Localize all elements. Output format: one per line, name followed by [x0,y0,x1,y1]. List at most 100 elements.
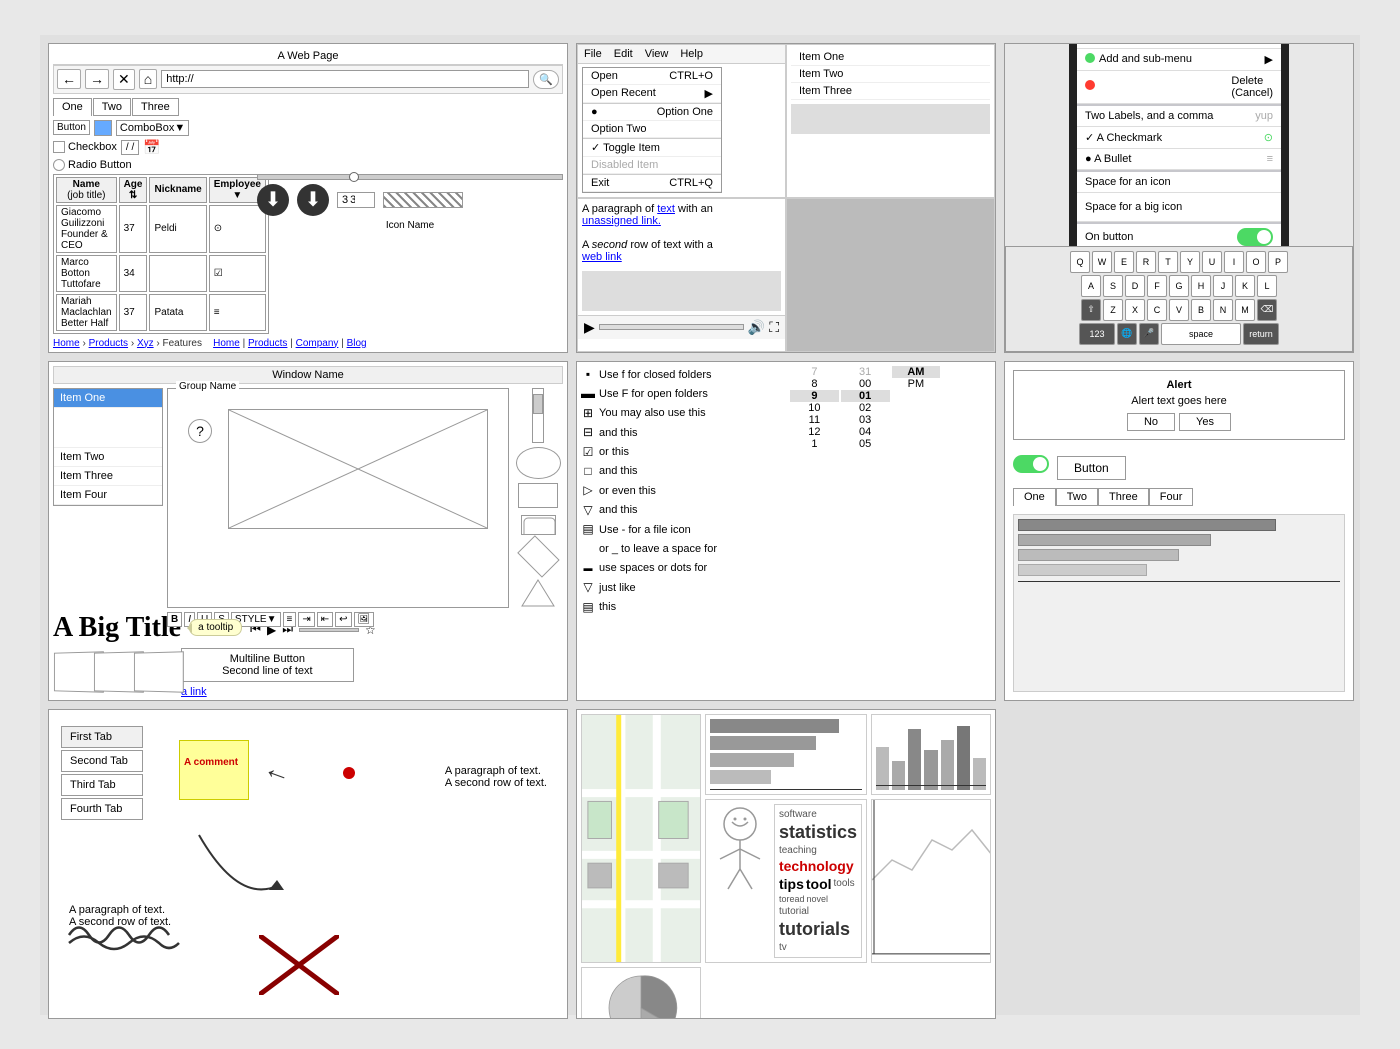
key-f[interactable]: F [1147,275,1167,297]
phone-bullet[interactable]: ● A Bullet ≡ [1077,149,1281,170]
checkbox-box[interactable] [53,141,65,153]
menu-toggle[interactable]: ✓ Toggle Item [583,138,721,157]
help-icon[interactable]: ? [188,419,212,443]
bold-btn[interactable]: B [167,612,182,627]
ampm-am[interactable]: AM [892,366,941,378]
key-e[interactable]: E [1114,251,1134,273]
para-link-text[interactable]: text [657,203,675,215]
sidebar-tab-first[interactable]: First Tab [61,726,143,748]
play-icon[interactable]: ▶ [584,319,595,336]
key-j[interactable]: J [1213,275,1233,297]
key-t[interactable]: T [1158,251,1178,273]
scrollbar-thumb[interactable] [533,394,543,414]
phone-checkmark[interactable]: ✓ A Checkmark ⊙ [1077,127,1281,149]
key-backspace[interactable]: ⌫ [1257,299,1277,321]
list-item-three[interactable]: Item Three [791,83,990,100]
outdent-btn[interactable]: ⇤ [317,612,333,627]
color-well[interactable] [94,120,112,136]
key-globe[interactable]: 🌐 [1117,323,1137,345]
key-shift[interactable]: ⇧ [1081,299,1101,321]
phone-add-submenu[interactable]: Add and sub-menu ▶ [1077,49,1281,71]
forward-button[interactable]: → [85,69,109,89]
key-i[interactable]: I [1224,251,1244,273]
key-d[interactable]: D [1125,275,1145,297]
tab-four[interactable]: Four [1149,488,1194,506]
indent-btn[interactable]: ⇥ [298,612,314,627]
date-field[interactable]: / / [121,140,139,155]
combo-box[interactable]: ComboBox ▼ [116,120,189,136]
bc-xyz[interactable]: Xyz [137,338,154,349]
key-n[interactable]: N [1213,299,1233,321]
sidebar-tab-second[interactable]: Second Tab [61,750,143,772]
key-v[interactable]: V [1169,299,1189,321]
time-9[interactable]: 9 [790,390,839,402]
back-button[interactable]: ← [57,69,81,89]
list-btn[interactable]: ≡ [283,612,297,627]
key-s[interactable]: S [1103,275,1123,297]
menu-option-one[interactable]: ● Option One [583,103,721,121]
stop-button[interactable]: ✕ [113,69,135,90]
menu-edit[interactable]: Edit [614,48,633,60]
menu-open[interactable]: Open CTRL+O [583,68,721,85]
key-y[interactable]: Y [1180,251,1200,273]
min-01[interactable]: 01 [841,390,890,402]
number-stepper[interactable]: 3 [337,192,375,208]
bc-home-1[interactable]: Home [53,338,80,349]
key-p[interactable]: P [1268,251,1288,273]
key-c[interactable]: C [1147,299,1167,321]
list-item-two[interactable]: Item Two [54,448,162,467]
volume-icon[interactable]: 🔊 [748,319,765,336]
slider-track[interactable] [257,174,563,180]
phone-space-big-icon[interactable]: Space for a big icon [1077,193,1281,222]
sidebar-tab-fourth[interactable]: Fourth Tab [61,798,143,820]
volume-slider[interactable] [299,628,359,632]
menu-file[interactable]: File [584,48,602,60]
button-widget[interactable]: Button [53,120,90,135]
calendar-icon[interactable]: 📅 [143,139,160,156]
ampm-pm[interactable]: PM [892,378,941,390]
para-web-link[interactable]: web link [582,251,622,263]
key-w[interactable]: W [1092,251,1112,273]
menu-view[interactable]: View [645,48,669,60]
phone-two-labels[interactable]: Two Labels, and a comma yup [1077,106,1281,127]
link[interactable]: a link [181,686,354,698]
bc-products-2[interactable]: Products [248,338,287,349]
list-item-one[interactable]: Item One [54,389,162,408]
big-button[interactable]: Button [1057,456,1126,480]
home-button[interactable]: ⌂ [139,69,157,89]
undo-btn[interactable]: ↩ [335,612,351,627]
list-item-three[interactable]: Item Three [54,467,162,486]
menu-exit[interactable]: Exit CTRL+Q [583,174,721,192]
tab-three[interactable]: Three [1098,488,1149,506]
para-link-unassigned[interactable]: unassigned link. [582,215,661,227]
menu-option-two[interactable]: Option Two [583,121,721,138]
toggle-on-standalone[interactable] [1013,455,1049,473]
checkbox[interactable]: Checkbox [53,141,117,153]
key-mic[interactable]: 🎤 [1139,323,1159,345]
multiline-button[interactable]: Multiline Button Second line of text [181,648,354,682]
menu-open-recent[interactable]: Open Recent ▶ [583,85,721,103]
key-b[interactable]: B [1191,299,1211,321]
down-arrow-icon-1[interactable]: ⬇ [257,184,289,216]
phone-delete[interactable]: Delete(Cancel) [1077,71,1281,104]
scrollbar-v[interactable] [532,388,544,444]
bc-company[interactable]: Company [296,338,339,349]
image-btn[interactable]: 🖼 [354,612,375,627]
bc-home-2[interactable]: Home [213,338,240,349]
list-item-two[interactable]: Item Two [791,66,990,83]
key-o[interactable]: O [1246,251,1266,273]
list-item-four[interactable]: Item Four [54,486,162,505]
key-z[interactable]: Z [1103,299,1123,321]
go-button[interactable]: 🔍 [533,70,559,89]
tab-three[interactable]: Three [132,98,179,116]
tab-two[interactable]: Two [93,98,131,116]
bc-blog[interactable]: Blog [347,338,367,349]
phone-space-icon[interactable]: Space for an icon [1077,172,1281,193]
alert-no-btn[interactable]: No [1127,413,1175,431]
key-r[interactable]: R [1136,251,1156,273]
slider-thumb[interactable] [349,172,359,182]
radio-button[interactable]: Radio Button [53,159,132,171]
key-l[interactable]: L [1257,275,1277,297]
sidebar-tab-third[interactable]: Third Tab [61,774,143,796]
tab-one[interactable]: One [1013,488,1056,506]
